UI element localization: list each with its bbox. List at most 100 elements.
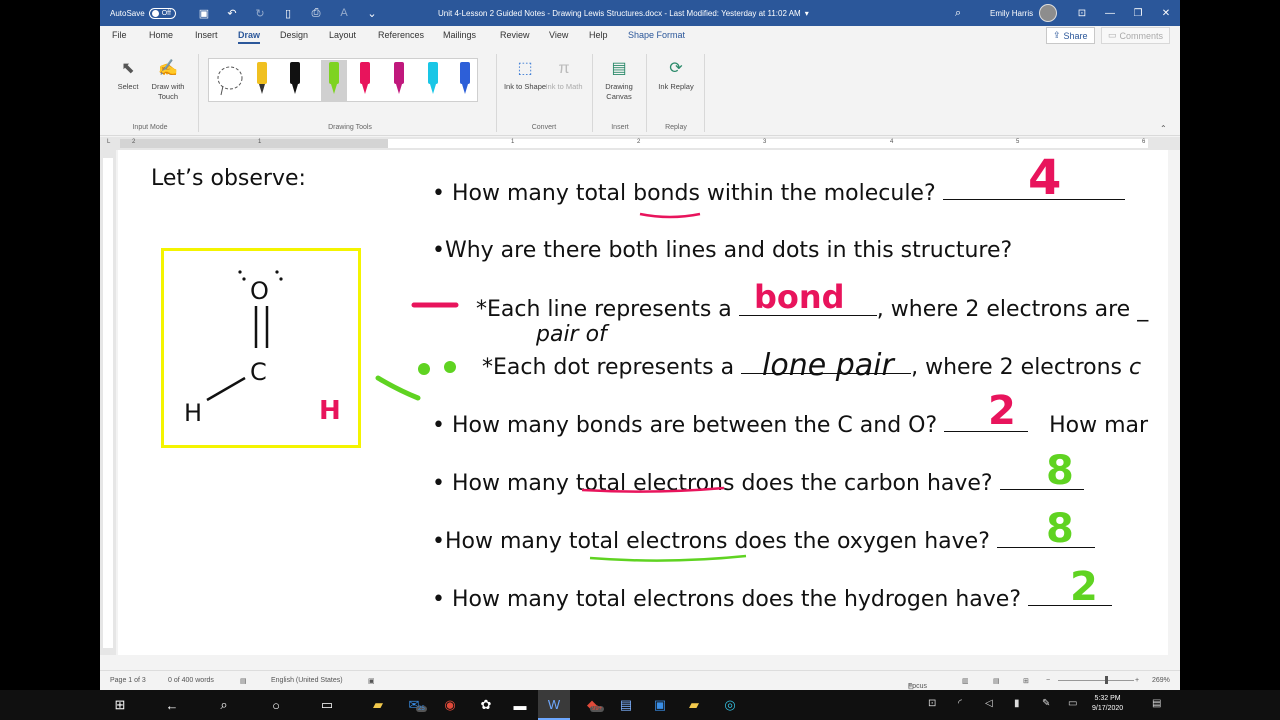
clock[interactable]: 5:32 PM 9/17/2020 bbox=[1092, 694, 1123, 714]
tab-file[interactable]: File bbox=[112, 30, 127, 40]
read-mode-icon[interactable]: ▥ bbox=[962, 677, 969, 685]
usb-icon[interactable]: ▮ bbox=[1014, 698, 1020, 709]
user-name[interactable]: Emily Harris bbox=[990, 9, 1033, 18]
pen-magenta[interactable] bbox=[391, 62, 407, 100]
chrome-icon[interactable]: ◉ bbox=[434, 690, 466, 720]
word-count[interactable]: 0 of 400 words bbox=[168, 677, 214, 684]
ribbon-separator bbox=[592, 54, 593, 132]
drawing-canvas-button[interactable]: ▤ Drawing Canvas bbox=[597, 56, 641, 102]
ribbon-tabs: File Home Insert Draw Design Layout Refe… bbox=[100, 26, 1180, 46]
app-icon[interactable]: ✿ bbox=[470, 690, 502, 720]
customize-qat-icon[interactable]: ⌄ bbox=[364, 5, 380, 21]
tab-review[interactable]: Review bbox=[500, 30, 530, 40]
notifications-icon[interactable]: ▤ bbox=[1152, 698, 1161, 709]
tab-references[interactable]: References bbox=[378, 30, 424, 40]
group-label-input-mode: Input Mode bbox=[132, 124, 168, 131]
zoom-out-icon[interactable]: − bbox=[1046, 677, 1050, 684]
start-button[interactable]: ⊞ bbox=[104, 690, 136, 720]
accessibility-icon[interactable]: ▣ bbox=[368, 677, 375, 685]
replay-icon: ⟳ bbox=[669, 60, 683, 77]
select-button[interactable]: ⬉ Select bbox=[106, 56, 150, 92]
maximize-button[interactable]: ❐ bbox=[1124, 8, 1152, 19]
avatar[interactable] bbox=[1039, 4, 1058, 22]
share-icon: ⇪ bbox=[1053, 30, 1061, 40]
keyboard-icon[interactable]: ▬ bbox=[504, 690, 536, 720]
pen-pink[interactable] bbox=[357, 62, 373, 100]
autosave-toggle[interactable]: Off bbox=[148, 7, 176, 19]
new-document-icon[interactable]: ▯ bbox=[280, 5, 296, 21]
pen-black[interactable] bbox=[287, 62, 303, 100]
pen-green-selected[interactable] bbox=[321, 60, 347, 102]
window-app-icon[interactable]: ▣ bbox=[644, 690, 676, 720]
browser-icon[interactable]: ◎ bbox=[714, 690, 746, 720]
cortana-icon[interactable]: ○ bbox=[260, 690, 292, 720]
web-layout-icon[interactable]: ⊞ bbox=[1023, 677, 1029, 685]
mail-badge: 25 bbox=[416, 706, 427, 712]
tab-draw[interactable]: Draw bbox=[238, 30, 261, 44]
zoom-slider-thumb[interactable] bbox=[1105, 676, 1108, 684]
task-view-icon[interactable]: ▭ bbox=[311, 690, 343, 720]
tab-mailings[interactable]: Mailings bbox=[443, 30, 476, 40]
tab-selector-icon[interactable]: L bbox=[107, 139, 110, 145]
lets-observe-heading: Let’s observe: bbox=[151, 166, 306, 191]
ink-replay-button[interactable]: ⟳ Ink Replay bbox=[654, 56, 698, 92]
share-button[interactable]: ⇪ Share bbox=[1046, 27, 1095, 44]
file-explorer-icon[interactable]: ▰ bbox=[362, 690, 394, 720]
undo-icon[interactable]: ↶ bbox=[224, 5, 240, 21]
lasso-select-icon[interactable] bbox=[217, 62, 243, 100]
chevron-down-icon[interactable]: ▾ bbox=[805, 9, 809, 18]
hydrogen-atom-right: H bbox=[319, 396, 341, 426]
search-icon[interactable]: ⌕ bbox=[955, 7, 961, 20]
tab-home[interactable]: Home bbox=[149, 30, 173, 40]
horizontal-ruler[interactable]: L 2 1 1 2 3 4 5 6 bbox=[100, 137, 1180, 150]
touch-draw-icon: ✍ bbox=[158, 60, 178, 77]
tab-insert[interactable]: Insert bbox=[195, 30, 218, 40]
volume-icon[interactable]: ◁ bbox=[985, 698, 993, 709]
zoom-slider[interactable] bbox=[1058, 680, 1134, 681]
games-icon[interactable]: ◆ 99+ bbox=[576, 690, 608, 720]
wifi-icon[interactable]: ◜ bbox=[958, 698, 962, 709]
ribbon-display-options-icon[interactable]: ⊡ bbox=[1068, 8, 1096, 19]
comments-button[interactable]: ▭ Comments bbox=[1101, 27, 1171, 44]
search-icon[interactable]: ⌕ bbox=[208, 690, 240, 720]
zoom-in-icon[interactable]: + bbox=[1135, 677, 1139, 684]
pen-cyan[interactable] bbox=[425, 62, 441, 100]
print-preview-icon[interactable]: ⎙ bbox=[308, 5, 324, 21]
ink-to-shape-button[interactable]: ⬚ Ink to Shape bbox=[503, 56, 547, 92]
zoom-level[interactable]: 269% bbox=[1152, 677, 1170, 684]
tab-layout[interactable]: Layout bbox=[329, 30, 356, 40]
language[interactable]: English (United States) bbox=[271, 677, 343, 684]
tab-help[interactable]: Help bbox=[589, 30, 608, 40]
answer-lone-pair: lone pair bbox=[762, 348, 894, 383]
tray-display-icon[interactable]: ⊡ bbox=[928, 698, 936, 709]
tab-view[interactable]: View bbox=[549, 30, 568, 40]
pen-highlighter-yellow[interactable] bbox=[254, 62, 270, 100]
ribbon-separator bbox=[198, 54, 199, 132]
tab-shape-format[interactable]: Shape Format bbox=[628, 30, 685, 40]
document-app-icon[interactable]: ▤ bbox=[610, 690, 642, 720]
save-icon[interactable]: ▣ bbox=[196, 5, 212, 21]
draw-with-touch-button[interactable]: ✍ Draw with Touch bbox=[146, 56, 190, 102]
keyboard-tray-icon[interactable]: ▭ bbox=[1068, 698, 1077, 709]
proofing-icon[interactable]: ▤ bbox=[240, 677, 247, 685]
vertical-scrollbar[interactable] bbox=[1168, 150, 1180, 655]
page-count[interactable]: Page 1 of 3 bbox=[110, 677, 146, 684]
tab-design[interactable]: Design bbox=[280, 30, 308, 40]
close-button[interactable]: ✕ bbox=[1152, 8, 1180, 19]
redo-icon[interactable]: ↻ bbox=[252, 5, 268, 21]
group-label-replay: Replay bbox=[665, 124, 687, 131]
ink-to-math-button[interactable]: π Ink to Math bbox=[542, 56, 586, 92]
back-arrow-icon[interactable]: ← bbox=[156, 690, 188, 720]
pen-tray-icon[interactable]: ✎ bbox=[1042, 698, 1050, 709]
pen-blue[interactable] bbox=[457, 62, 473, 100]
minimize-button[interactable]: — bbox=[1096, 8, 1124, 19]
print-layout-icon[interactable]: ▤ bbox=[993, 677, 1000, 685]
vertical-ruler[interactable] bbox=[100, 150, 116, 655]
word-icon[interactable]: W bbox=[538, 690, 570, 720]
answer-total-bonds: 4 bbox=[1028, 150, 1062, 206]
collapse-ribbon-icon[interactable]: ⌃ bbox=[1160, 124, 1167, 133]
mail-icon[interactable]: ✉ 25 bbox=[398, 690, 430, 720]
document-page[interactable]: Let’s observe: O C H H • How many total … bbox=[118, 150, 1168, 655]
format-icon[interactable]: A bbox=[336, 5, 352, 21]
sticky-notes-icon[interactable]: ▰ bbox=[678, 690, 710, 720]
